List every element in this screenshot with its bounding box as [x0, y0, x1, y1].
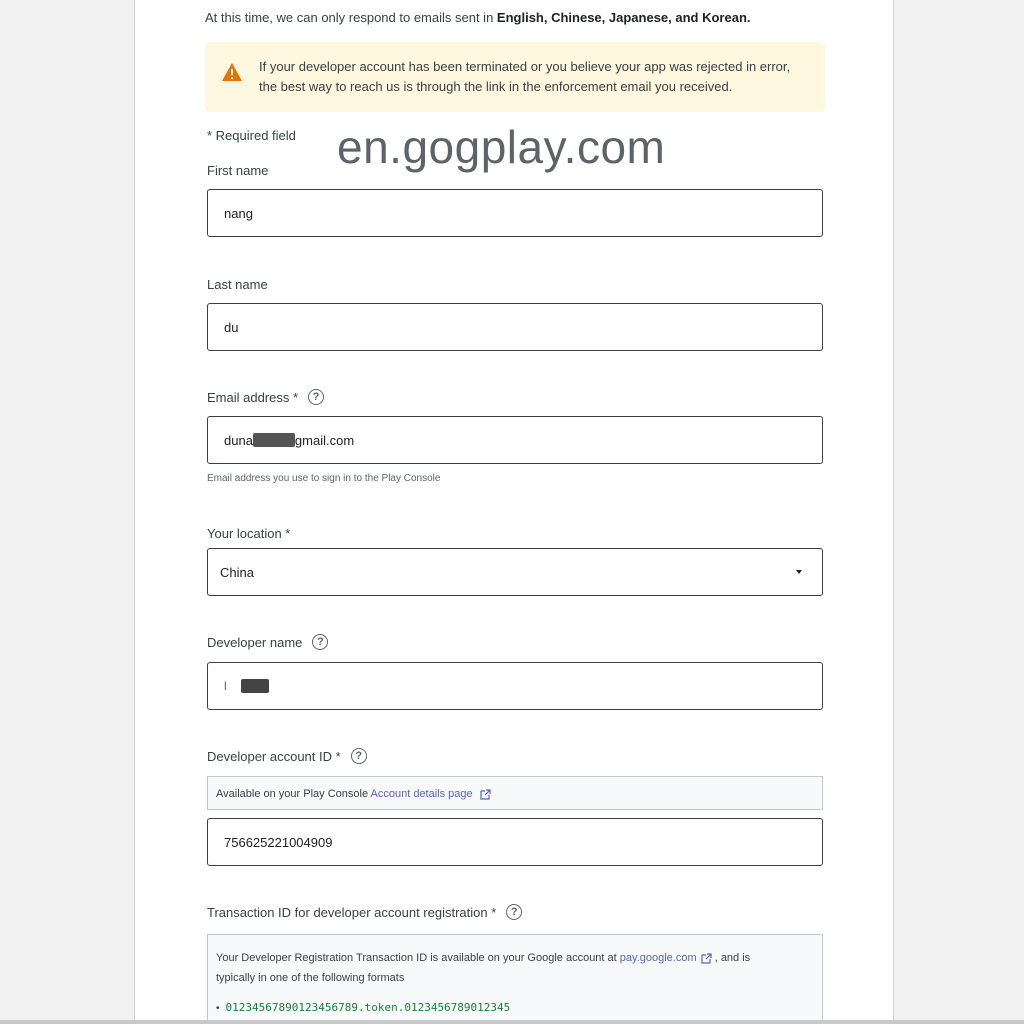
location-value: China: [220, 564, 254, 580]
email-hint: Email address you use to sign in to the …: [207, 473, 441, 484]
warning-triangle-icon: [222, 63, 242, 81]
developer-account-id-input[interactable]: 756625221004909: [207, 818, 823, 866]
language-notice: At this time, we can only respond to ema…: [205, 10, 751, 25]
transaction-id-help-icon[interactable]: ?: [506, 904, 523, 920]
transaction-id-label: Transaction ID for developer account reg…: [207, 904, 523, 920]
last-name-input[interactable]: du: [207, 303, 823, 351]
email-help-icon[interactable]: ?: [308, 389, 325, 405]
developer-account-id-label: Developer account ID * ?: [207, 748, 367, 764]
dropdown-arrow-icon: [796, 570, 802, 574]
developer-account-id-value: 756625221004909: [224, 834, 333, 850]
email-input[interactable]: duna gmail.com: [207, 416, 823, 464]
email-value-suffix: gmail.com: [294, 432, 355, 448]
warning-banner: If your developer account has been termi…: [205, 42, 825, 112]
format-list-item: • 01234567890123456789.token.012345678901…: [216, 998, 822, 1019]
redacted-blur: [240, 679, 269, 693]
developer-name-input[interactable]: l: [207, 662, 823, 710]
transaction-format-1: 01234567890123456789.token.0123456789012…: [225, 1001, 511, 1014]
watermark: en.gogplay.com: [337, 121, 666, 173]
form-panel: At this time, we can only respond to ema…: [134, 0, 894, 1024]
last-name-label: Last name: [207, 277, 268, 292]
external-link-icon: [701, 952, 712, 964]
email-value-prefix: duna: [224, 432, 253, 448]
required-field-note: * Required field: [207, 128, 296, 143]
account-id-info-box: Available on your Play Console Account d…: [207, 776, 823, 810]
bullet: •: [216, 1003, 220, 1014]
first-name-label: First name: [207, 163, 269, 178]
transaction-info-line2: typically in one of the following format…: [216, 972, 405, 984]
first-name-value: nang: [224, 205, 253, 221]
account-details-link[interactable]: Account details page: [371, 788, 473, 800]
last-name-value: du: [224, 319, 239, 335]
warning-text: If your developer account has been termi…: [259, 59, 791, 94]
first-name-input[interactable]: nang: [207, 189, 823, 237]
location-label: Your location *: [207, 526, 291, 541]
redacted-blur: [252, 433, 295, 447]
developer-name-value: l: [224, 679, 227, 693]
location-select[interactable]: China: [207, 548, 823, 596]
transaction-info-line1: Your Developer Registration Transaction …: [216, 952, 751, 964]
bottom-edge: [0, 1020, 1024, 1024]
external-link-icon: [480, 788, 491, 800]
pay-google-link[interactable]: pay.google.com: [620, 952, 697, 964]
developer-name-help-icon[interactable]: ?: [312, 634, 329, 650]
screen: At this time, we can only respond to ema…: [0, 0, 1024, 1024]
developer-account-id-help-icon[interactable]: ?: [350, 748, 367, 764]
transaction-id-info-box: Your Developer Registration Transaction …: [207, 934, 823, 1024]
developer-name-label: Developer name ?: [207, 634, 329, 650]
email-label: Email address * ?: [207, 389, 325, 405]
supported-languages: English, Chinese, Japanese, and Korean.: [496, 10, 751, 25]
